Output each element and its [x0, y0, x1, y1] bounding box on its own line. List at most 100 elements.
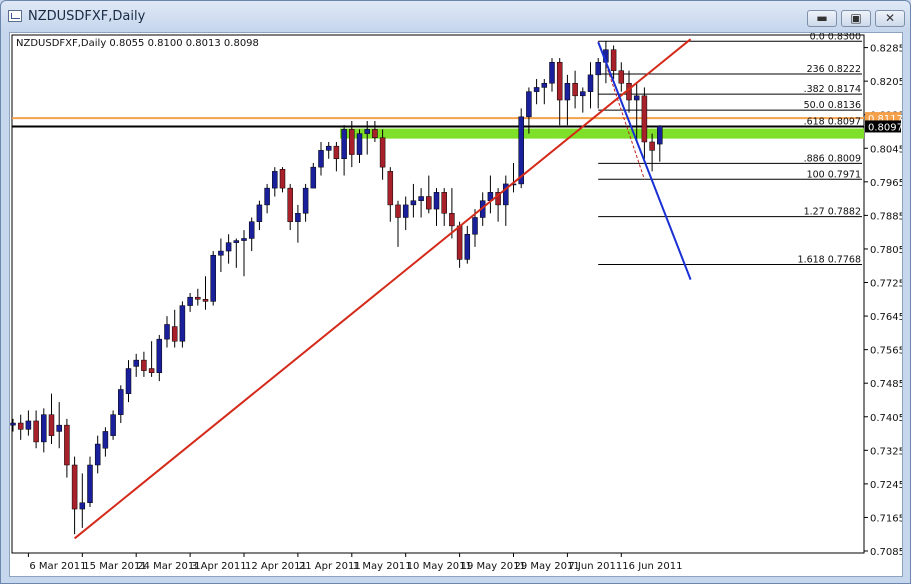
- chart-window-icon: [8, 10, 22, 22]
- candle-body: [94, 443, 101, 466]
- fib-level-label: .382 0.8174: [804, 84, 861, 95]
- fib-level-label: .618 0.8097: [804, 116, 861, 127]
- y-axis-label: 0.7645: [870, 312, 902, 323]
- candle-body: [256, 204, 263, 222]
- candle-body: [580, 91, 586, 97]
- candle-body: [118, 389, 124, 415]
- y-axis-label: 0.7325: [870, 446, 902, 457]
- fib-level-label: 236 0.8222: [807, 64, 861, 75]
- candle-body: [356, 133, 363, 155]
- y-axis-label: 0.8205: [870, 77, 902, 88]
- candle-body: [141, 359, 147, 371]
- y-axis-label: 0.7885: [870, 211, 902, 222]
- x-axis-label: 1 May 2011: [353, 561, 412, 572]
- x-axis-label: 7 Jun 2011: [568, 561, 622, 572]
- support-zone: [340, 128, 864, 139]
- candle-body: [195, 296, 201, 300]
- candle-body: [541, 82, 548, 88]
- candle-body: [657, 125, 663, 145]
- candle-body: [533, 87, 540, 92]
- candle-body: [241, 238, 247, 241]
- candle-body: [402, 204, 409, 218]
- candle-body: [610, 49, 617, 71]
- candle-body: [333, 145, 340, 160]
- candle-body: [649, 141, 655, 151]
- candle-body: [71, 464, 78, 510]
- y-axis-label: 0.7085: [870, 547, 902, 558]
- y-axis-label: 0.7965: [870, 178, 902, 189]
- uptrend-line: [73, 38, 692, 540]
- chart-header: NZDUSDFXF,Daily 0.8055 0.8100 0.8013 0.8…: [16, 38, 259, 49]
- close-button[interactable]: ✕: [875, 10, 905, 27]
- candle-body: [25, 420, 32, 430]
- candle-body: [318, 150, 324, 168]
- y-axis-label: 0.7725: [870, 279, 902, 290]
- candle-body: [133, 359, 139, 367]
- x-axis-label: 3 Apr 2011: [191, 561, 246, 572]
- fib-level-label: 0.0 0.8300: [810, 33, 861, 42]
- minimize-button[interactable]: ▬: [807, 10, 837, 27]
- candle-body: [410, 200, 417, 206]
- candle-body: [379, 137, 386, 168]
- y-axis-label: 0.8045: [870, 144, 902, 155]
- candle-body: [456, 225, 463, 260]
- candle-body: [449, 213, 455, 227]
- price-chart[interactable]: 0.0 0.8300 236 0.8222 .382 0.8174 50.0 0.81…: [10, 33, 902, 576]
- candle-body: [33, 420, 39, 443]
- candle-body: [171, 326, 178, 342]
- price-tag-label: 0.8097: [868, 122, 902, 133]
- candle-body: [341, 129, 347, 160]
- chart-area[interactable]: 0.0 0.8300 236 0.8222 .382 0.8174 50.0 0.81…: [9, 32, 903, 577]
- candle-body: [102, 431, 109, 449]
- fib-level-label: 100 0.7971: [807, 169, 861, 180]
- candle-body: [233, 240, 240, 243]
- candle-body: [225, 242, 232, 252]
- candle-body: [148, 368, 155, 373]
- candle-body: [426, 196, 432, 210]
- fib-level-label: .886 0.8009: [804, 153, 861, 164]
- candle-body: [433, 192, 440, 210]
- plot-frame: [11, 34, 865, 554]
- candle-body: [179, 305, 186, 342]
- candle-body: [279, 168, 286, 189]
- title-bar[interactable]: NZDUSDFXF,Daily ▬ ▣ ✕: [1, 1, 910, 33]
- candle-body: [79, 502, 86, 510]
- y-axis-label: 0.7165: [870, 513, 902, 524]
- candle-body: [395, 204, 401, 218]
- candle-body: [302, 187, 309, 214]
- y-axis-label: 0.8285: [870, 44, 902, 55]
- candle-body: [364, 129, 370, 134]
- candle-body: [218, 250, 224, 256]
- fib-level-label: 1.618 0.7768: [798, 254, 861, 265]
- candle-body: [87, 464, 93, 504]
- y-axis-label: 0.7485: [870, 379, 902, 390]
- candle-body: [41, 414, 47, 443]
- candle-body: [372, 129, 378, 139]
- candle-body: [526, 91, 532, 118]
- candle-body: [210, 254, 216, 302]
- candle-body: [272, 171, 278, 189]
- candle-body: [349, 129, 355, 155]
- candle-body: [633, 95, 640, 101]
- y-axis-label: 0.7805: [870, 245, 902, 256]
- x-axis-label: 12 Apr 2011: [245, 561, 307, 572]
- candle-body: [264, 187, 270, 206]
- candle-body: [618, 70, 625, 84]
- fib-level-label: 1.27 0.7882: [804, 207, 861, 218]
- candle-body: [64, 424, 70, 466]
- window-title: NZDUSDFXF,Daily: [28, 9, 146, 24]
- candle-body: [110, 414, 116, 436]
- y-axis-label: 0.7245: [870, 480, 902, 491]
- candle-body: [156, 338, 163, 373]
- candle-body: [556, 62, 563, 101]
- candle-body: [387, 171, 394, 206]
- candle-body: [472, 217, 478, 235]
- candle-body: [310, 166, 317, 189]
- y-axis-label: 0.7405: [870, 413, 902, 424]
- restore-button[interactable]: ▣: [841, 10, 871, 27]
- candle-body: [202, 299, 209, 302]
- candle-body: [56, 424, 62, 432]
- x-axis-label: 6 Mar 2011: [29, 561, 86, 572]
- x-axis-label: 21 Apr 2011: [299, 561, 361, 572]
- candle-body: [418, 196, 424, 201]
